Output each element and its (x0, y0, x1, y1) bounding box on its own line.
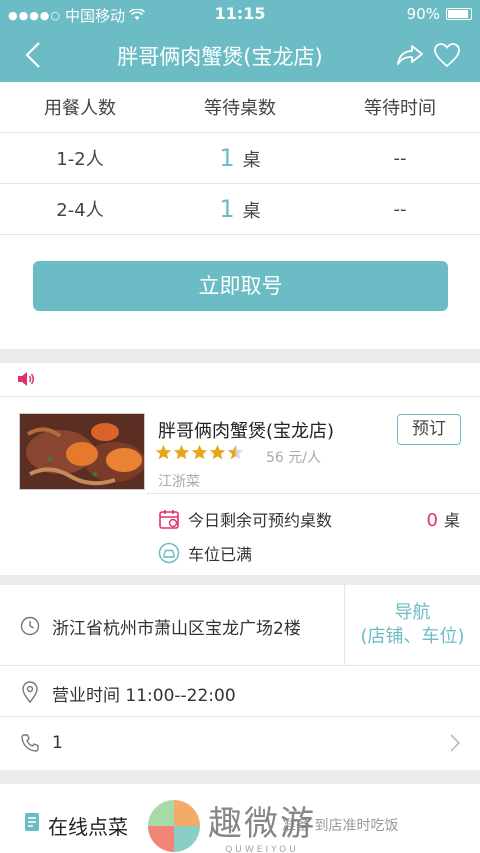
shop-name: 胖哥俩肉蟹煲(宝龙店) (158, 421, 335, 442)
navigation-sublabel: (店铺、车位) (360, 626, 465, 647)
avg-price: 56 元/人 (266, 450, 321, 466)
remaining-label: 今日剩余可预约桌数 (188, 511, 333, 530)
menu-icon (24, 812, 42, 836)
business-hours-row: 营业时间 11:00--22:00 (0, 666, 480, 717)
remaining-tables-value: 0桌 (427, 507, 460, 531)
star-icon (173, 444, 190, 460)
watermark-subtitle: QUWEIYOU (225, 845, 299, 853)
car-icon (158, 542, 180, 564)
address-row: 浙江省杭州市萧山区宝龙广场2楼 导航 (店铺、车位) (0, 585, 480, 666)
table-row: 2-4人 1桌 -- (0, 184, 480, 235)
star-icon (191, 444, 208, 460)
share-icon (397, 45, 423, 65)
shop-card[interactable]: 胖哥俩肉蟹煲(宝龙店) 56 元/人 江浙菜 预订 今日剩余可预约桌数 0桌 车… (0, 397, 480, 575)
star-icon (155, 444, 172, 460)
phone-row[interactable]: 1 (0, 717, 480, 770)
battery-icon (446, 8, 472, 20)
section-divider (0, 575, 480, 585)
watermark-logo (148, 799, 200, 852)
parking-label: 车位已满 (188, 545, 253, 564)
phone-text: 1 (52, 733, 63, 753)
page-title: 胖哥俩肉蟹煲(宝龙店) (117, 45, 323, 69)
cuisine-tag: 江浙菜 (158, 474, 200, 490)
queue-header-row: 用餐人数 等待桌数 等待时间 (0, 82, 480, 133)
wait-count: 1 (219, 144, 235, 172)
speaker-icon (16, 371, 36, 391)
rating-stars (155, 444, 244, 461)
status-bar: ●●●●○ 中国移动 11:15 90% (0, 0, 480, 28)
chevron-left-icon (25, 42, 40, 68)
wait-unit: 桌 (242, 201, 261, 222)
back-button[interactable] (18, 38, 48, 72)
shop-divider (147, 493, 480, 494)
section-divider (0, 770, 480, 784)
wait-time: -- (393, 198, 407, 220)
wait-tables: 1桌 (160, 195, 320, 223)
watermark: 趣微游 QUWEIYOU (148, 796, 316, 853)
battery-percent: 90% (406, 5, 440, 23)
watermark-title: 趣微游 (208, 804, 316, 844)
chevron-right-icon (450, 734, 461, 756)
take-number-button[interactable]: 立即取号 (33, 261, 448, 311)
location-pin-icon (20, 681, 40, 707)
half-star-icon (227, 444, 244, 460)
section-divider (0, 349, 480, 363)
header-wait-time: 等待时间 (364, 98, 436, 119)
queue-table: 用餐人数 等待桌数 等待时间 1-2人 1桌 -- 2-4人 1桌 -- (0, 82, 480, 235)
wait-tables: 1桌 (160, 144, 320, 172)
wait-unit: 桌 (242, 150, 261, 171)
favorite-button[interactable] (432, 40, 462, 70)
remaining-count: 0 (426, 510, 438, 531)
wait-time: -- (393, 147, 407, 169)
notice-bar (0, 363, 480, 397)
party-size: 1-2人 (56, 149, 104, 170)
heart-icon (434, 43, 460, 68)
calendar-icon (159, 510, 179, 529)
table-row: 1-2人 1桌 -- (0, 133, 480, 184)
header-party-size: 用餐人数 (44, 98, 116, 119)
navigation-button[interactable]: 导航 (店铺、车位) (345, 601, 480, 649)
parking-row: 车位已满 (158, 541, 252, 565)
wait-count: 1 (219, 195, 235, 223)
header-wait-tables: 等待桌数 (204, 98, 276, 119)
share-button[interactable] (394, 40, 426, 70)
phone-icon (20, 733, 40, 757)
online-order-title: 在线点菜 (48, 815, 128, 839)
nav-bar: 胖哥俩肉蟹煲(宝龙店) (0, 28, 480, 82)
business-hours-text: 营业时间 11:00--22:00 (52, 686, 236, 706)
clock-icon (20, 616, 40, 640)
remaining-tables-row: 今日剩余可预约桌数 (158, 507, 332, 531)
star-icon (209, 444, 226, 460)
navigation-label: 导航 (394, 602, 431, 623)
party-size: 2-4人 (56, 200, 104, 221)
remaining-unit: 桌 (443, 511, 460, 530)
address-text: 浙江省杭州市萧山区宝龙广场2楼 (52, 619, 301, 639)
reserve-button[interactable]: 预订 (397, 414, 461, 445)
shop-photo[interactable] (19, 413, 145, 490)
